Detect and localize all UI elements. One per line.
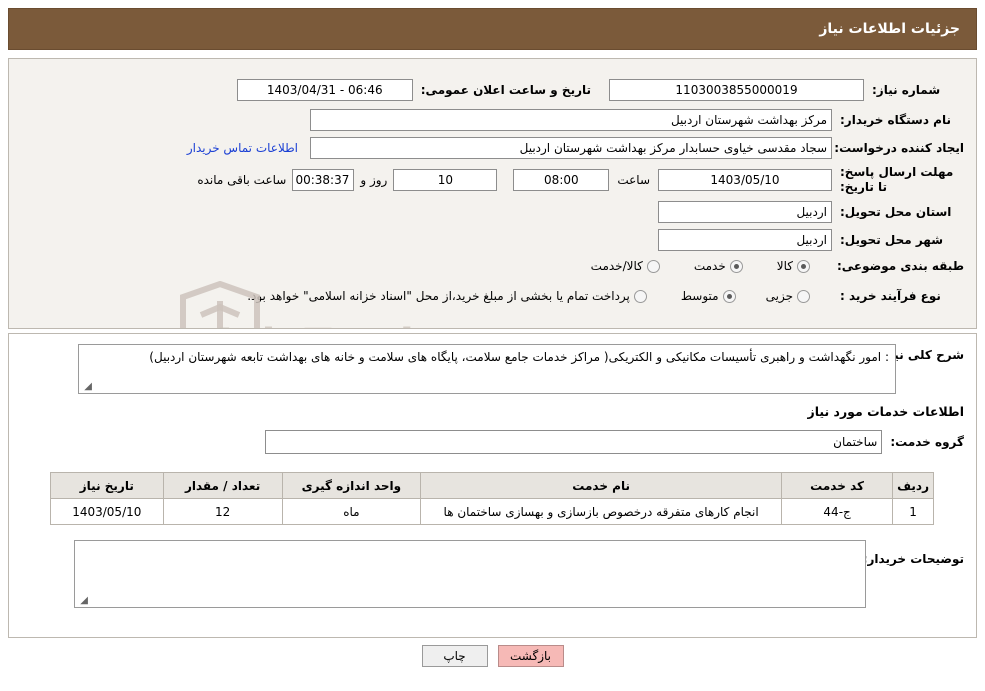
page-title: جزئیات اطلاعات نیاز xyxy=(819,21,960,37)
footer-actions: بازگشت چاپ xyxy=(0,645,985,667)
category-option-2-label: کالا/خدمت xyxy=(590,259,643,273)
announce-datetime-row: تاریخ و ساعت اعلان عمومی: 06:46 - 1403/0… xyxy=(236,79,591,101)
buyer-org-value: مرکز بهداشت شهرستان اردبیل xyxy=(310,109,832,131)
service-details-panel: شرح کلی نیاز: : امور نگهداشت و راهبری تأ… xyxy=(8,333,977,638)
cell-date: 1403/05/10 xyxy=(50,498,164,525)
need-number-label: شماره نیاز: xyxy=(872,83,941,97)
need-number-row: شماره نیاز: 1103003855000019 xyxy=(609,79,964,101)
province-value: اردبیل xyxy=(658,201,832,223)
radio-icon[interactable] xyxy=(729,259,743,273)
category-option-1[interactable]: خدمت xyxy=(694,259,743,273)
resize-grip-icon[interactable]: ◢ xyxy=(78,596,88,606)
countdown-label: ساعت باقی مانده xyxy=(197,173,287,187)
province-row: استان محل تحویل: اردبیل xyxy=(658,201,964,223)
city-value: اردبیل xyxy=(658,229,832,251)
table-header-row: ردیف کد خدمت نام خدمت واحد اندازه گیری ت… xyxy=(50,472,934,499)
category-option-0[interactable]: کالا xyxy=(777,259,810,273)
summary-value: : امور نگهداشت و راهبری تأسیسات مکانیکی … xyxy=(78,344,896,394)
deadline-label: مهلت ارسال پاسخ: تا تاریخ: xyxy=(840,165,954,194)
th-qty: تعداد / مقدار xyxy=(162,472,283,499)
announce-datetime-value: 06:46 - 1403/04/31 xyxy=(236,79,413,101)
radio-icon[interactable] xyxy=(633,289,647,303)
services-table-wrapper: ردیف کد خدمت نام خدمت واحد اندازه گیری ت… xyxy=(50,472,934,525)
process-option-1[interactable]: متوسط xyxy=(681,289,736,303)
resize-grip-icon[interactable]: ◢ xyxy=(82,382,92,392)
services-table: ردیف کد خدمت نام خدمت واحد اندازه گیری ت… xyxy=(50,472,934,525)
buyer-org-label: نام دستگاه خریدار: xyxy=(840,113,951,127)
th-date: تاریخ نیاز xyxy=(50,472,164,499)
th-code: کد خدمت xyxy=(781,472,894,499)
deadline-time-value: 08:00 xyxy=(513,169,610,191)
requester-label: ایجاد کننده درخواست: xyxy=(834,141,964,155)
page-root: جزئیات اطلاعات نیاز AriaTender.net شماره… xyxy=(0,0,985,691)
remaining-days-value: 10 xyxy=(393,169,498,191)
deadline-date-value: 1403/05/10 xyxy=(658,169,832,191)
radio-icon[interactable] xyxy=(797,289,810,303)
cell-qty: 12 xyxy=(162,498,283,525)
page-header: جزئیات اطلاعات نیاز xyxy=(8,8,977,50)
remaining-days-label: روز و xyxy=(360,173,388,187)
city-row: شهر محل تحویل: اردبیل xyxy=(658,229,964,251)
process-row: نوع فرآیند خرید : جزیی متوسط پرداخت تمام… xyxy=(247,289,964,303)
category-option-1-label: خدمت xyxy=(693,259,726,273)
cell-row: 1 xyxy=(892,498,934,525)
process-note-bullet: پرداخت تمام یا بخشی از مبلغ خرید،از محل … xyxy=(247,289,647,303)
cell-unit: ماه xyxy=(281,498,422,525)
service-group-row: گروه خدمت: ساختمان xyxy=(265,430,964,454)
watermark-text: AriaTender.net xyxy=(209,321,552,328)
process-note: پرداخت تمام یا بخشی از مبلغ خرید،از محل … xyxy=(247,289,630,303)
th-name: نام خدمت xyxy=(420,472,783,499)
buyer-contact-link[interactable]: اطلاعات تماس خریدار xyxy=(187,141,298,155)
need-number-value: 1103003855000019 xyxy=(609,79,864,101)
category-label: طبقه بندی موضوعی: xyxy=(836,259,964,273)
province-label: استان محل تحویل: xyxy=(840,205,952,219)
process-option-0[interactable]: جزیی xyxy=(766,289,810,303)
buyer-org-row: نام دستگاه خریدار: مرکز بهداشت شهرستان ا… xyxy=(310,109,964,131)
radio-icon[interactable] xyxy=(797,259,810,273)
process-option-0-label: جزیی xyxy=(765,289,793,303)
th-row: ردیف xyxy=(892,472,934,499)
category-option-2[interactable]: کالا/خدمت xyxy=(591,259,660,273)
deadline-row: مهلت ارسال پاسخ: تا تاریخ: 1403/05/10 سا… xyxy=(197,165,964,195)
need-info-panel: AriaTender.net شماره نیاز: 1103003855000… xyxy=(8,58,977,329)
buyer-notes-label: توضیحات خریدار; xyxy=(862,552,964,566)
cell-name: انجام کارهای متفرقه درخصوص بازسازی و بهس… xyxy=(420,498,783,525)
process-option-1-label: متوسط xyxy=(680,289,719,303)
radio-icon[interactable] xyxy=(722,289,736,303)
table-row: 1 ج-44 انجام کارهای متفرقه درخصوص بازساز… xyxy=(50,498,934,525)
back-button[interactable]: بازگشت xyxy=(497,645,564,667)
process-label: نوع فرآیند خرید : xyxy=(840,289,941,303)
print-button[interactable]: چاپ xyxy=(421,645,488,667)
category-option-0-label: کالا xyxy=(776,259,793,273)
summary-text: : امور نگهداشت و راهبری تأسیسات مکانیکی … xyxy=(149,350,889,364)
cell-code: ج-44 xyxy=(781,498,894,525)
category-row: طبقه بندی موضوعی: کالا خدمت کالا/خدمت xyxy=(591,259,964,273)
buyer-notes-value[interactable]: ◢ xyxy=(74,540,866,608)
city-label: شهر محل تحویل: xyxy=(840,233,944,247)
requester-row: ایجاد کننده درخواست: سجاد مقدسی خیاوی حس… xyxy=(187,137,964,159)
requester-value: سجاد مقدسی خیاوی حسابدار مرکز بهداشت شهر… xyxy=(310,137,832,159)
th-unit: واحد اندازه گیری xyxy=(281,472,422,499)
hour-label: ساعت xyxy=(617,173,650,187)
services-section-title: اطلاعات خدمات مورد نیاز xyxy=(807,404,965,419)
countdown-value: 00:38:37 xyxy=(292,169,355,191)
service-group-label: گروه خدمت: xyxy=(890,435,964,449)
service-group-value: ساختمان xyxy=(265,430,883,454)
announce-datetime-label: تاریخ و ساعت اعلان عمومی: xyxy=(420,83,591,97)
radio-icon[interactable] xyxy=(646,259,660,273)
